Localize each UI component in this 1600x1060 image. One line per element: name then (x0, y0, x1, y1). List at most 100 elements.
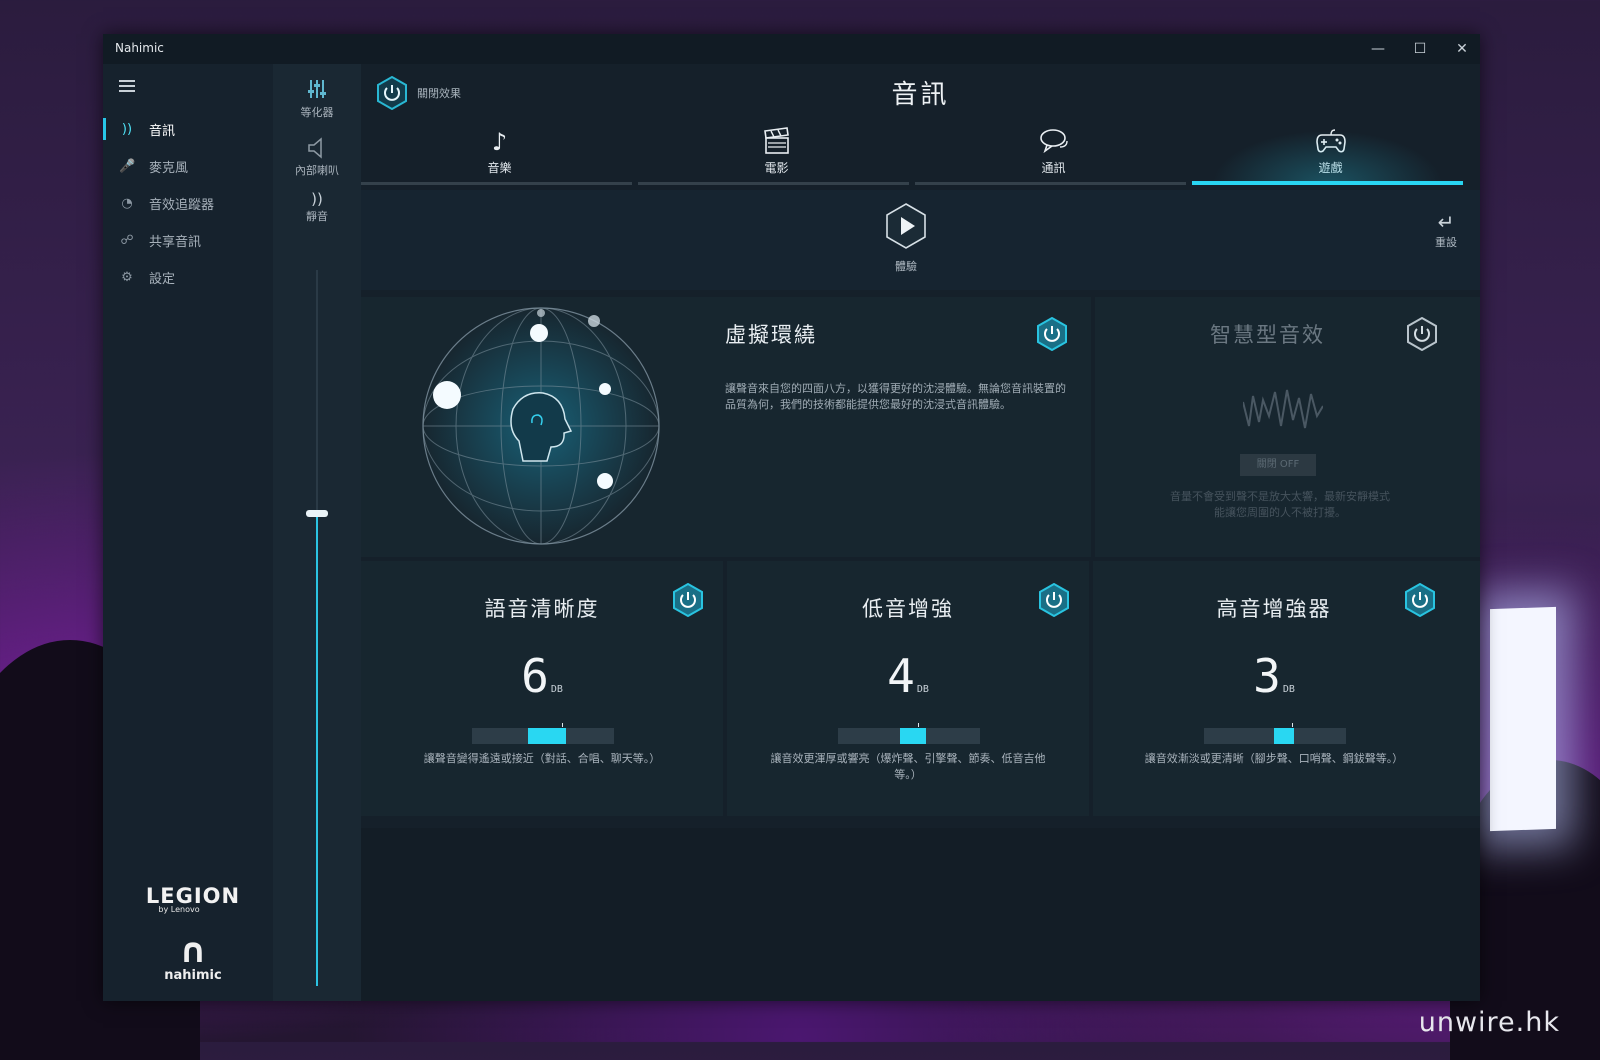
title-bar: Nahimic — ☐ ✕ (103, 34, 1480, 64)
bass-boost-title: 低音增強 (862, 597, 954, 621)
tab-underline (915, 182, 1186, 185)
volume-slider-handle[interactable] (306, 510, 328, 517)
virtual-surround-panel: 虛擬環繞 讓聲音來自您的四面八方，以獲得更好的沈浸體驗。無論您音訊裝置的品質為何… (361, 297, 1091, 557)
voice-clarity-value: 6 DB (361, 649, 723, 703)
virtual-surround-desc: 讓聲音來自您的四面八方，以獲得更好的沈浸體驗。無論您音訊裝置的品質為何，我們的技… (725, 382, 1066, 411)
sidebar: )) 音訊 🎤 麥克風 ◔ 音效追蹤器 ☍ 共享音訊 ⚙ 設定 LEGION b… (103, 64, 273, 1001)
virtual-surround-power-button[interactable] (1035, 316, 1069, 355)
tab-label: 遊戲 (1318, 161, 1343, 175)
app-window: Nahimic — ☐ ✕ )) 音訊 🎤 麥克風 ◔ 音效追蹤器 ☍ 共享音訊… (103, 34, 1480, 1001)
value-number: 3 (1253, 649, 1281, 703)
microphone-icon: 🎤 (119, 158, 136, 174)
smart-volume-mode-button[interactable]: 關閉 OFF (1240, 454, 1316, 476)
legion-logo: LEGION by Lenovo (143, 884, 243, 914)
share-icon: ☍ (120, 232, 134, 248)
close-button[interactable]: ✕ (1444, 38, 1480, 60)
nahimic-logo-mark: ∩ (179, 931, 207, 971)
tab-underline (638, 182, 909, 185)
gamepad-icon (1192, 127, 1469, 157)
sidebar-item-label: 麥克風 (149, 160, 189, 176)
slider-center-mark (918, 723, 919, 727)
treble-boost-panel: 高音增強器 3 DB 讓音效漸淡或更清晰（腳步聲、口哨聲、鋼鈸聲等。） (1093, 561, 1480, 816)
tab-label: 音樂 (487, 161, 512, 175)
power-icon (673, 582, 703, 618)
radar-icon: ◔ (121, 195, 133, 211)
sidebar-item-label: 設定 (149, 271, 176, 287)
tab-underline (361, 182, 632, 185)
surround-sphere-illustration (422, 307, 660, 545)
smart-volume-desc: 音量不會受到聲不是放大太響，最新安靜模式能讓您周圍的人不被打擾。 (1170, 490, 1390, 519)
sidebar-item-audio[interactable]: )) 音訊 (103, 114, 273, 144)
gear-icon: ⚙ (121, 269, 133, 285)
tab-communication[interactable]: 通訊 (915, 121, 1192, 185)
minimize-button[interactable]: — (1360, 38, 1396, 60)
treble-boost-desc: 讓音效漸淡或更清晰（腳步聲、口哨聲、鋼鈸聲等。） (1144, 752, 1404, 765)
bass-boost-value: 4 DB (727, 649, 1089, 703)
play-button[interactable] (882, 202, 930, 250)
smart-volume-panel: 智慧型音效 關閉 OFF 音量不會受到聲不是放大太響，最新安靜模式能讓您周圍的人… (1095, 297, 1480, 557)
reset-label: 重設 (1435, 236, 1457, 249)
voice-clarity-power-button[interactable] (671, 582, 705, 621)
smart-volume-title: 智慧型音效 (1210, 323, 1325, 347)
slider-center-mark (562, 723, 563, 727)
undo-arrow-icon: ↵ (1437, 210, 1455, 234)
top-bar: 關閉效果 音訊 (361, 64, 1480, 119)
slider-fill (528, 728, 566, 744)
value-number: 6 (521, 649, 549, 703)
value-unit: DB (1282, 684, 1295, 695)
window-title: Nahimic (115, 41, 164, 55)
equalizer-label: 等化器 (300, 106, 334, 119)
empty-area (361, 828, 1480, 1001)
voice-clarity-slider[interactable] (472, 723, 614, 744)
internal-speaker-label: 內部喇叭 (295, 164, 339, 177)
bass-boost-panel: 低音增強 4 DB 讓音效更渾厚或響亮（爆炸聲、引擎聲、節奏、低音吉他等。） (727, 561, 1089, 816)
clapperboard-icon (638, 127, 915, 157)
main-content: 關閉效果 音訊 ♪ 音樂 電影 通訊 遊戲 體驗 ↵ 重設 虛擬環繞 讓聲音來自… (361, 64, 1480, 1001)
tab-label: 電影 (764, 161, 789, 175)
tab-music[interactable]: ♪ 音樂 (361, 121, 638, 185)
bass-boost-power-button[interactable] (1037, 582, 1071, 621)
treble-boost-slider[interactable] (1204, 723, 1346, 744)
power-icon (1037, 316, 1067, 352)
sidebar-item-label: 共享音訊 (149, 234, 202, 250)
tab-movie[interactable]: 電影 (638, 121, 915, 185)
tab-label: 通訊 (1041, 161, 1066, 175)
volume-slider-fill (316, 514, 318, 986)
treble-boost-power-button[interactable] (1403, 582, 1437, 621)
slider-fill (900, 728, 926, 744)
mute-button[interactable]: )) 靜音 (273, 190, 361, 224)
maximize-button[interactable]: ☐ (1402, 38, 1438, 60)
sidebar-item-settings[interactable]: ⚙ 設定 (103, 262, 273, 292)
voice-clarity-panel: 語音清晰度 6 DB 讓聲音變得遙遠或接近（對話、合唱、聊天等。） (361, 561, 723, 816)
tab-underline (1192, 181, 1463, 185)
value-number: 4 (887, 649, 915, 703)
profile-tabs: ♪ 音樂 電影 通訊 遊戲 (361, 121, 1480, 185)
sidebar-item-share-audio[interactable]: ☍ 共享音訊 (103, 225, 273, 255)
waveform-icon (1243, 389, 1323, 429)
bass-boost-desc: 讓音效更渾厚或響亮（爆炸聲、引擎聲、節奏、低音吉他等。） (770, 752, 1046, 781)
menu-icon[interactable] (119, 80, 135, 92)
equalizer-icon (273, 78, 361, 104)
equalizer-button[interactable]: 等化器 (273, 78, 361, 120)
nahimic-logo: ∩ nahimic (143, 934, 243, 983)
power-icon (1039, 582, 1069, 618)
treble-boost-title: 高音增強器 (1216, 597, 1332, 621)
sidebar-item-microphone[interactable]: 🎤 麥克風 (103, 151, 273, 181)
slider-fill (1274, 728, 1294, 744)
sidebar-item-sound-tracker[interactable]: ◔ 音效追蹤器 (103, 188, 273, 218)
speaker-waves-icon: )) (121, 121, 133, 137)
page-title: 音訊 (891, 80, 950, 110)
tab-game[interactable]: 遊戲 (1192, 121, 1469, 185)
reset-button[interactable]: ↵ 重設 (1426, 210, 1466, 250)
voice-clarity-title: 語音清晰度 (484, 597, 600, 621)
virtual-surround-title: 虛擬環繞 (725, 323, 817, 347)
power-icon (1405, 582, 1435, 618)
treble-boost-value: 3 DB (1093, 649, 1455, 703)
internal-speaker-button[interactable]: 內部喇叭 (273, 136, 361, 178)
power-icon (1407, 316, 1437, 352)
value-unit: DB (916, 684, 929, 695)
watermark: unwire.hk (1418, 1007, 1560, 1038)
device-column: 等化器 內部喇叭 )) 靜音 (273, 64, 361, 1001)
bass-boost-slider[interactable] (838, 723, 980, 744)
smart-volume-power-button[interactable] (1405, 316, 1439, 355)
